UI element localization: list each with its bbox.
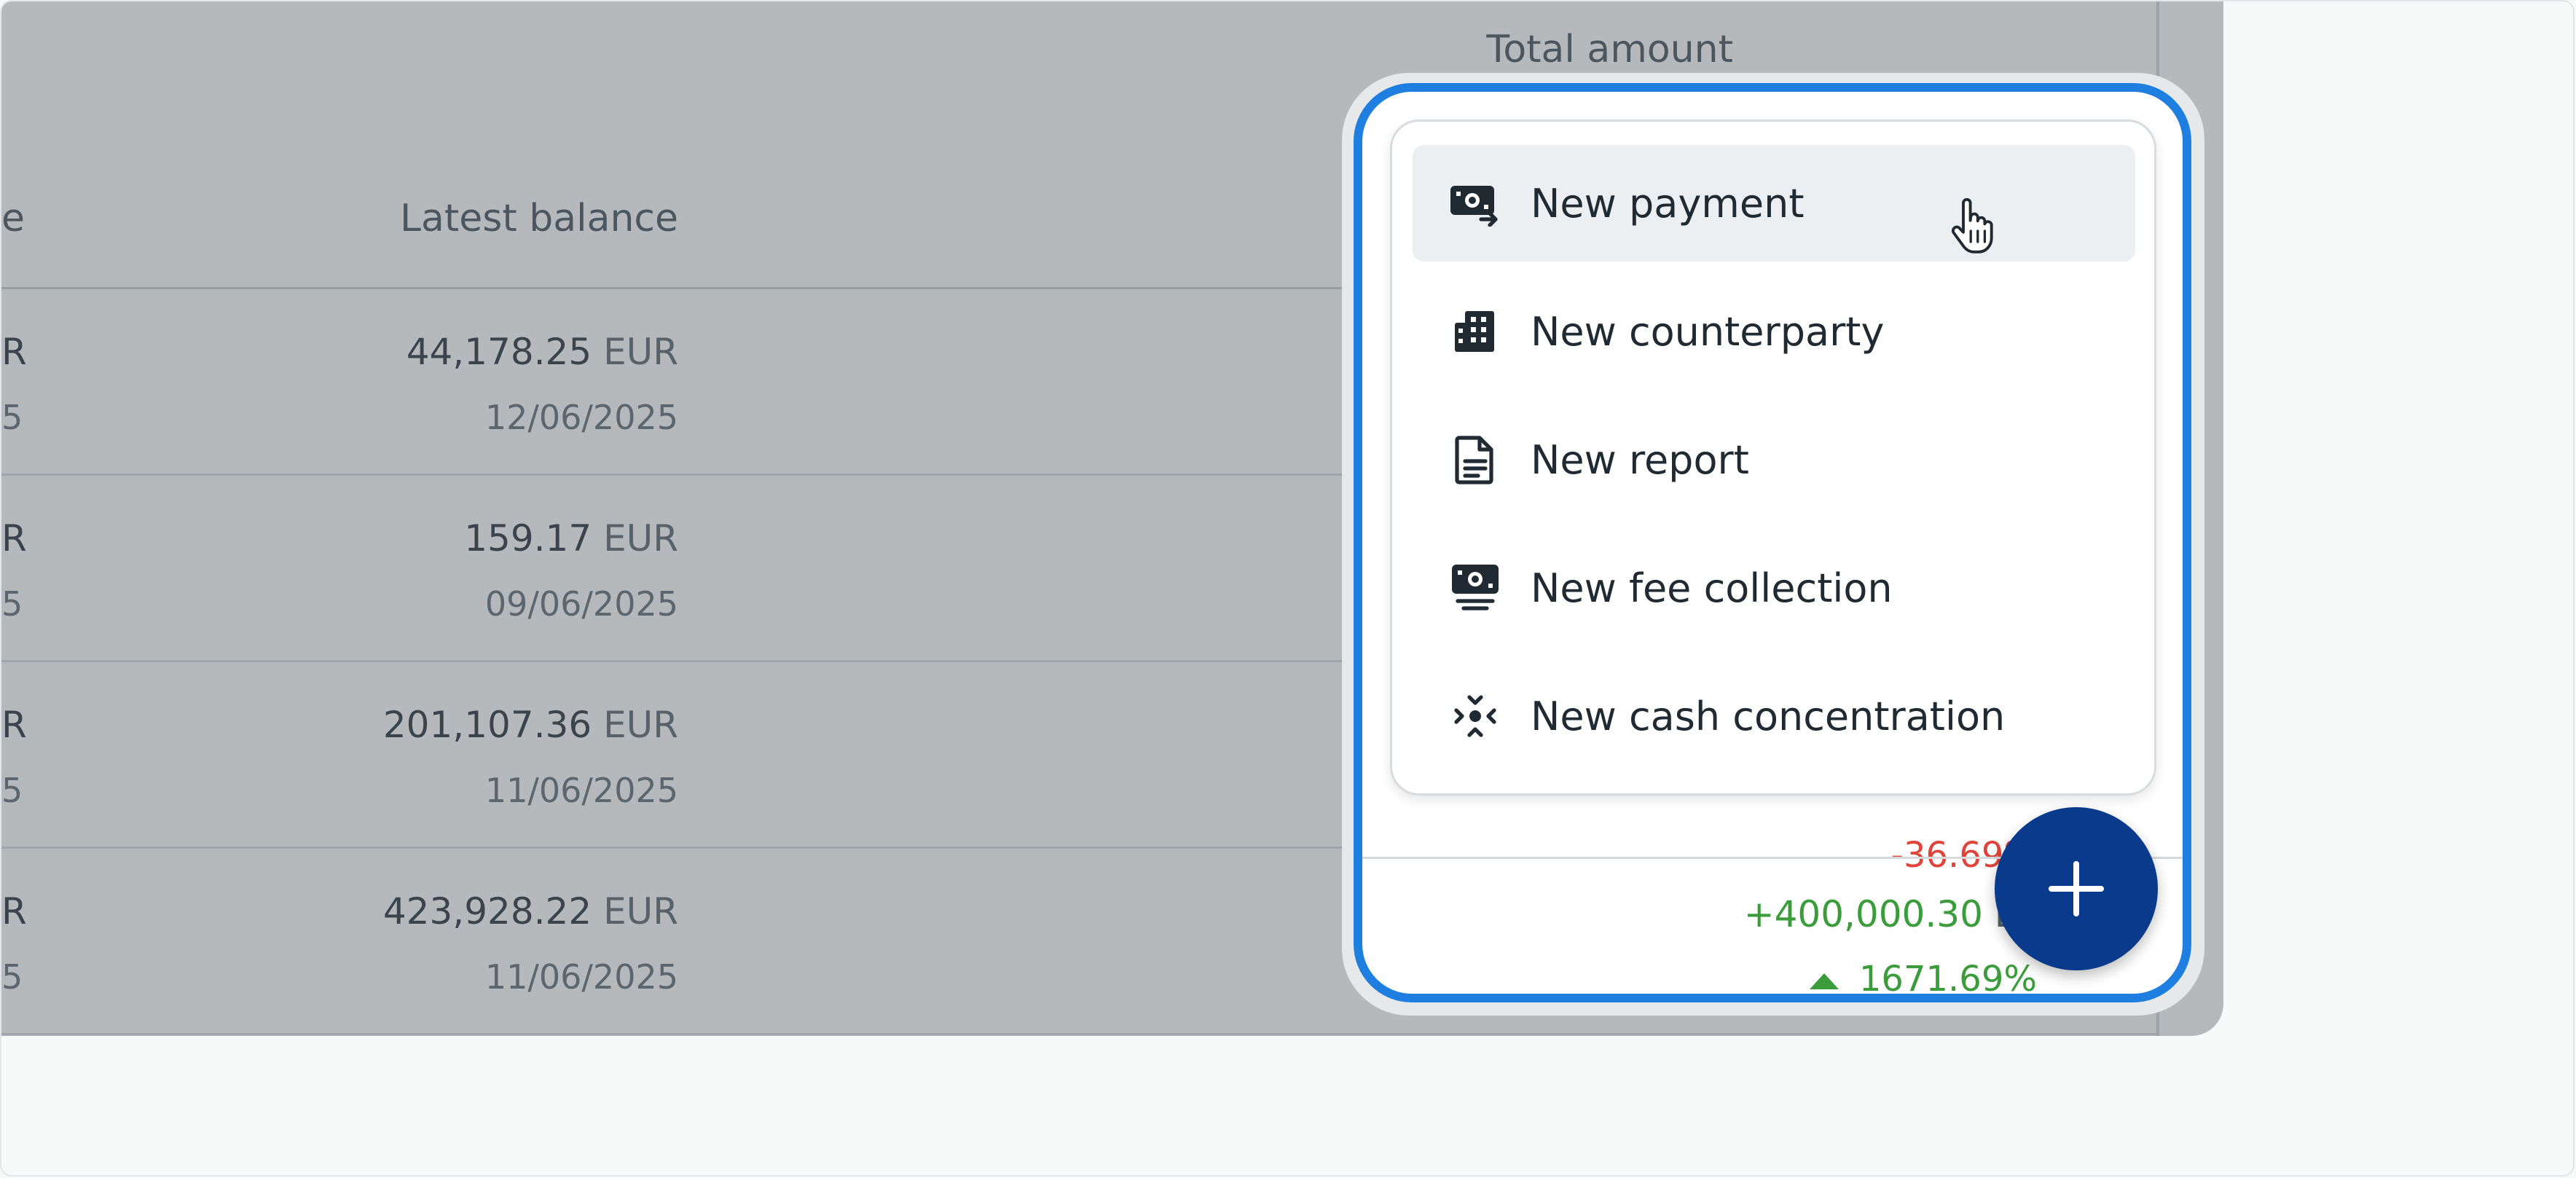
document-icon <box>1449 433 1501 486</box>
building-icon <box>1449 305 1501 358</box>
menu-item-new-cash-concentration[interactable]: New cash concentration <box>1413 658 2135 774</box>
menu-item-label: New fee collection <box>1531 565 1893 611</box>
menu-item-new-fee-collection[interactable]: New fee collection <box>1413 530 2135 646</box>
plus-icon <box>2049 861 2104 916</box>
menu-item-label: New counterparty <box>1531 308 1885 355</box>
hand-pointer-cursor-icon <box>1948 197 1996 255</box>
fee-collection-icon <box>1449 562 1501 614</box>
row-4-change-percent: 1671.69% <box>1809 959 2037 1000</box>
menu-item-label: New cash concentration <box>1531 693 2006 739</box>
cash-concentration-icon <box>1449 690 1501 742</box>
quick-create-menu: New payment New counterparty New report … <box>1390 119 2156 796</box>
page-frame: Total amount e Latest balance R 5 44,178… <box>0 0 2575 1177</box>
menu-item-new-payment[interactable]: New payment <box>1413 145 2135 262</box>
change-amount: +400,000.30 <box>1743 893 1983 935</box>
change-percent-value: 1671.69% <box>1858 959 2037 1000</box>
create-fab-button[interactable] <box>1995 807 2158 970</box>
menu-item-label: New report <box>1531 436 1749 483</box>
payment-icon <box>1449 177 1501 229</box>
trend-up-icon <box>1809 973 1839 989</box>
menu-item-label: New payment <box>1531 180 1805 227</box>
menu-item-new-counterparty[interactable]: New counterparty <box>1413 273 2135 390</box>
menu-item-new-report[interactable]: New report <box>1413 401 2135 518</box>
